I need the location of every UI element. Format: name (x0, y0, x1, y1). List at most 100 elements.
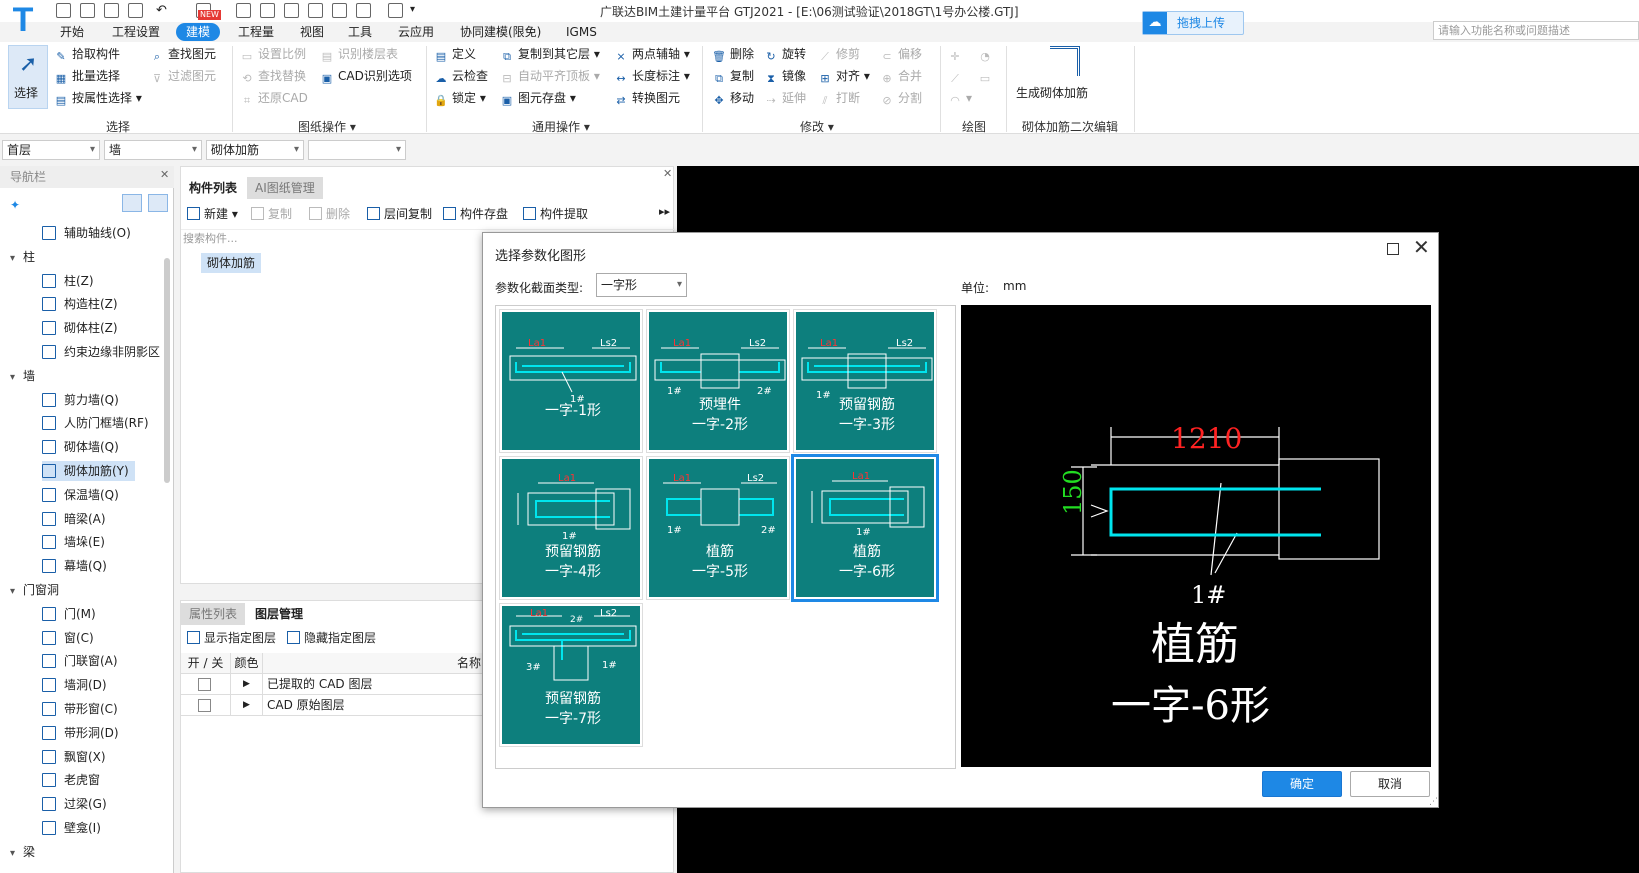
break-button[interactable]: ⫽ 打断 (818, 88, 860, 108)
copy-between-floors-button[interactable]: 层间复制 (367, 205, 432, 223)
copy-button[interactable]: ⧉ 复制 (712, 66, 754, 86)
show-layer-button[interactable]: 显示指定图层 (187, 629, 276, 647)
shape-cell[interactable]: La1 1# 预留钢筋 一字-4形 (499, 456, 643, 600)
draw-point-button[interactable]: ✛ (948, 44, 966, 64)
menu-project-settings[interactable]: 工程设置 (106, 23, 166, 41)
close-icon[interactable]: ✕ (160, 168, 169, 181)
identify-floor-table-button[interactable]: ▤ 识别楼层表 (320, 44, 398, 64)
draw-arc-button[interactable]: ◠ ▾ (948, 88, 972, 108)
select-by-property-button[interactable]: ▤ 按属性选择 ▾ (54, 88, 142, 108)
tab-ai-drawing[interactable]: AI图纸管理 (247, 177, 323, 199)
nav-item[interactable]: 墙洞(D) (42, 675, 113, 695)
more-icon[interactable]: ▸▸ (659, 205, 670, 218)
nav-item[interactable]: 保温墙(Q) (42, 485, 125, 505)
group-drawing-title[interactable]: 图纸操作 ▾ (298, 118, 356, 135)
offset-button[interactable]: ⊂ 偏移 (880, 44, 922, 64)
draw-rect-button[interactable]: ▭ (978, 66, 996, 86)
menu-quantity[interactable]: 工程量 (232, 23, 280, 41)
shape-cell[interactable]: La1 Ls2 1# 2# 预埋件 一字-2形 (646, 309, 790, 453)
layer-toggle-checkbox[interactable] (198, 699, 211, 712)
component-icon[interactable] (308, 3, 323, 18)
group-modify-title[interactable]: 修改 ▾ (800, 118, 834, 135)
merge-button[interactable]: ⊕ 合并 (880, 66, 922, 86)
menu-start[interactable]: 开始 (54, 23, 90, 41)
define-button[interactable]: ▤ 定义 (434, 44, 476, 64)
tab-layer-management[interactable]: 图层管理 (247, 603, 312, 625)
find-replace-button[interactable]: ⟲ 查找替换 (240, 66, 306, 86)
formula-icon[interactable] (236, 3, 251, 18)
menu-igms[interactable]: IGMS (560, 23, 603, 41)
nav-item[interactable]: 砌体柱(Z) (42, 318, 124, 338)
save-as-icon[interactable] (128, 3, 143, 18)
save-icon[interactable] (56, 3, 71, 18)
restore-cad-button[interactable]: ⌗ 还原CAD (240, 88, 308, 108)
extend-button[interactable]: ⇢ 延伸 (764, 88, 806, 108)
delete-button[interactable]: 🗑 删除 (712, 44, 754, 64)
nav-item[interactable]: 带形窗(C) (42, 699, 124, 719)
close-icon[interactable]: ✕ (1413, 237, 1430, 257)
layers-icon[interactable] (356, 3, 371, 18)
menu-view[interactable]: 视图 (294, 23, 330, 41)
nav-item[interactable]: 带形洞(D) (42, 723, 125, 743)
cloud-check-button[interactable]: ☁ 云检查 (434, 66, 489, 86)
expand-icon[interactable]: ▶ (231, 674, 263, 695)
nav-category[interactable]: 柱 (10, 247, 35, 267)
generate-masonry-rebar-button[interactable]: 生成砌体加筋 (1014, 44, 1114, 106)
save-component-button[interactable]: 构件存盘 (443, 205, 508, 223)
shape-cell-selected[interactable]: La1 1# 植筋 一字-6形 (791, 454, 939, 602)
component-select[interactable] (308, 140, 406, 160)
menu-cloud[interactable]: 云应用 (392, 23, 440, 41)
open-folder-icon[interactable] (104, 3, 119, 18)
floor-select[interactable]: 首层 (2, 140, 100, 160)
menu-collab[interactable]: 协同建模(限免) (454, 23, 547, 41)
component-type-select[interactable]: 砌体加筋 (206, 140, 304, 160)
ok-button[interactable]: 确定 (1262, 771, 1342, 797)
auto-align-slab-button[interactable]: ⊟ 自动平齐顶板 ▾ (500, 66, 599, 86)
batch-select-button[interactable]: ▦ 批量选择 (54, 66, 120, 86)
nav-item[interactable]: 墙垛(E) (42, 532, 111, 552)
nav-item[interactable]: 砌体加筋(Y) (42, 461, 135, 481)
nav-item[interactable]: 砌体墙(Q) (42, 437, 125, 457)
nav-item[interactable]: 幕墙(Q) (42, 556, 113, 576)
select-button[interactable]: ➚ 选择 (8, 45, 48, 109)
align-button[interactable]: ⊞ 对齐 ▾ (818, 66, 869, 86)
pin-icon[interactable]: ✦ (10, 198, 20, 212)
nav-item[interactable]: 门(M) (42, 604, 102, 624)
hide-layer-button[interactable]: 隐藏指定图层 (287, 629, 376, 647)
nav-item[interactable]: 暗梁(A) (42, 509, 112, 529)
expand-icon[interactable]: ▶ (231, 695, 263, 716)
nav-category[interactable]: 门窗洞 (10, 580, 59, 600)
tab-property-list[interactable]: 属性列表 (181, 603, 246, 625)
nav-item[interactable]: 剪力墙(Q) (42, 390, 125, 410)
new-file-icon[interactable] (80, 3, 95, 18)
convert-element-button[interactable]: ⇄ 转换图元 (614, 88, 680, 108)
nav-scrollbar[interactable] (164, 258, 170, 483)
undo-icon[interactable]: ↶ (156, 3, 171, 18)
edit-icon[interactable] (332, 3, 347, 18)
shape-cell[interactable]: La1 Ls2 1# 2# 植筋 一字-5形 (646, 456, 790, 600)
lock-button[interactable]: 🔒 锁定 ▾ (434, 88, 486, 108)
trim-button[interactable]: ⟋ 修剪 (818, 44, 860, 64)
shape-cell[interactable]: La1 Ls2 1# 预留钢筋 一字-3形 (793, 309, 937, 453)
menu-modeling[interactable]: 建模 (176, 23, 221, 41)
element-save-button[interactable]: ▣ 图元存盘 ▾ (500, 88, 576, 108)
close-icon[interactable]: ✕ (663, 167, 672, 180)
nav-item[interactable]: 柱(Z) (42, 271, 100, 291)
two-point-axis-button[interactable]: ⨯ 两点辅轴 ▾ (614, 44, 689, 64)
nav-item[interactable]: 老虎窗 (42, 770, 106, 790)
filter-element-button[interactable]: ⊽ 过滤图元 (150, 66, 216, 86)
cancel-button[interactable]: 取消 (1350, 771, 1430, 797)
drag-upload-button[interactable]: ☁ 拖拽上传 (1142, 11, 1244, 35)
component-item[interactable]: 砌体加筋 (201, 253, 262, 273)
shape-cell[interactable]: La1 Ls2 1# 一字-1形 (499, 309, 643, 453)
nav-item[interactable]: 窗(C) (42, 628, 100, 648)
view-icon[interactable] (388, 3, 403, 18)
rotate-button[interactable]: ↻ 旋转 (764, 44, 806, 64)
nav-category[interactable]: 梁 (10, 842, 35, 862)
table-icon[interactable] (284, 3, 299, 18)
section-type-select[interactable]: 一字形 (596, 273, 687, 297)
delete-component-button[interactable]: 删除 (309, 205, 350, 223)
pick-component-button[interactable]: ✎ 拾取构件 (54, 44, 120, 64)
function-search-input[interactable]: 请输入功能名称或问题描述 (1433, 21, 1639, 40)
nav-item[interactable]: 门联窗(A) (42, 651, 124, 671)
